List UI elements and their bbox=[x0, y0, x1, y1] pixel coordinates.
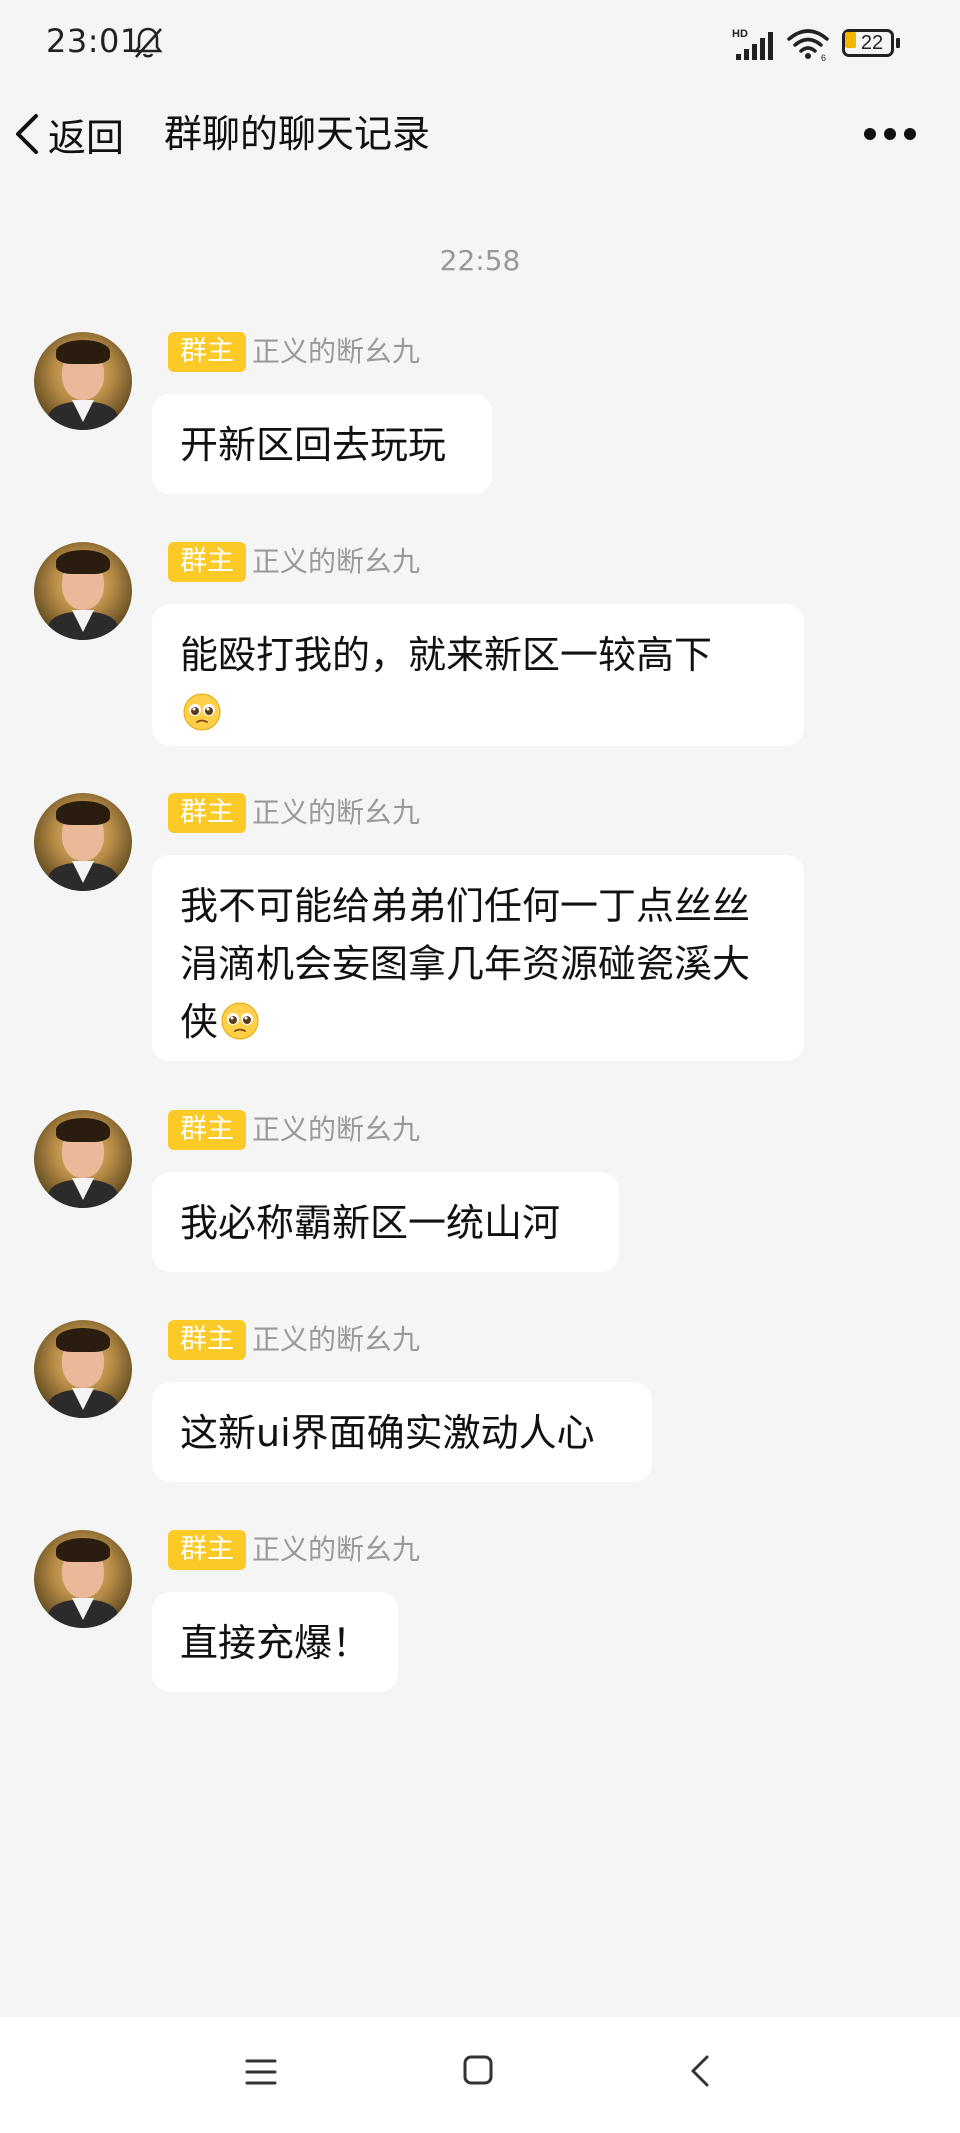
network-label: HD bbox=[732, 28, 748, 40]
back-triangle-icon[interactable] bbox=[688, 2053, 712, 2089]
home-square-icon[interactable] bbox=[462, 2053, 494, 2087]
message-text: 开新区回去玩玩 bbox=[180, 423, 447, 467]
message-text: 直接充爆！ bbox=[180, 1621, 371, 1665]
status-time: 23:01 bbox=[46, 22, 141, 60]
message-bubble[interactable]: 能殴打我的，就来新区一较高下 bbox=[152, 604, 804, 746]
sender-name: 正义的断幺九 bbox=[252, 1113, 421, 1146]
pleading-face-emoji bbox=[221, 1002, 259, 1040]
avatar[interactable] bbox=[34, 1530, 132, 1628]
avatar[interactable] bbox=[34, 1110, 132, 1208]
system-nav-bar bbox=[0, 2017, 960, 2133]
owner-badge: 群主 bbox=[168, 542, 246, 582]
bell-off-icon bbox=[133, 27, 163, 58]
message-text: 这新ui界面确实激动人心 bbox=[180, 1411, 595, 1455]
owner-badge: 群主 bbox=[168, 1110, 246, 1150]
avatar[interactable] bbox=[34, 1320, 132, 1418]
message-bubble[interactable]: 直接充爆！ bbox=[152, 1592, 398, 1692]
pleading-face-emoji bbox=[183, 693, 221, 731]
header: 返回 群聊的聊天记录 bbox=[0, 96, 960, 172]
message-text: 我不可能给弟弟们任何一丁点丝丝涓滴机会妄图拿几年资源碰瓷溪大侠 bbox=[180, 884, 751, 1044]
sender-name: 正义的断幺九 bbox=[252, 545, 421, 578]
page-title: 群聊的聊天记录 bbox=[164, 112, 431, 156]
owner-badge: 群主 bbox=[168, 1320, 246, 1360]
avatar[interactable] bbox=[34, 332, 132, 430]
sender-name: 正义的断幺九 bbox=[252, 1323, 421, 1356]
message-bubble[interactable]: 开新区回去玩玩 bbox=[152, 394, 492, 494]
chevron-left-icon bbox=[16, 114, 38, 154]
back-button[interactable]: 返回 bbox=[12, 96, 124, 172]
menu-icon[interactable] bbox=[244, 2055, 278, 2089]
wifi-icon: 6 bbox=[787, 29, 829, 62]
message-timestamp: 22:58 bbox=[439, 244, 521, 277]
signal-icon: HD bbox=[732, 28, 773, 60]
sender-name: 正义的断幺九 bbox=[252, 335, 421, 368]
signal-sub-label: 6 bbox=[821, 53, 826, 62]
status-bar: 23:01 HD 6 22 bbox=[0, 0, 960, 90]
owner-badge: 群主 bbox=[168, 793, 246, 833]
battery-level: 22 bbox=[860, 32, 884, 54]
avatar[interactable] bbox=[34, 542, 132, 640]
message-bubble[interactable]: 这新ui界面确实激动人心 bbox=[152, 1382, 652, 1482]
message-bubble[interactable]: 我必称霸新区一统山河 bbox=[152, 1172, 619, 1272]
sender-name: 正义的断幺九 bbox=[252, 1533, 421, 1566]
owner-badge: 群主 bbox=[168, 332, 246, 372]
message-bubble[interactable]: 我不可能给弟弟们任何一丁点丝丝涓滴机会妄图拿几年资源碰瓷溪大侠 bbox=[152, 855, 804, 1061]
message-text: 我必称霸新区一统山河 bbox=[180, 1201, 561, 1245]
message-text: 能殴打我的，就来新区一较高下 bbox=[180, 633, 713, 677]
owner-badge: 群主 bbox=[168, 1530, 246, 1570]
back-label: 返回 bbox=[48, 115, 125, 160]
more-dots-icon[interactable] bbox=[862, 114, 918, 154]
avatar[interactable] bbox=[34, 793, 132, 891]
sender-name: 正义的断幺九 bbox=[252, 796, 421, 829]
battery-icon: 22 bbox=[842, 29, 900, 57]
